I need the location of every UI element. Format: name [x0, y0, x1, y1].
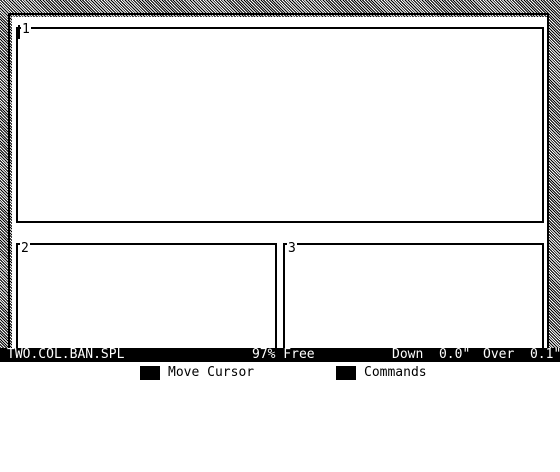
commands-label: Commands: [364, 365, 427, 380]
filename: TWO.COL.BAN.SPL: [7, 347, 125, 362]
down-position: Down 0.0": [392, 347, 471, 362]
panel-number: 1: [21, 22, 31, 37]
over-position: Over 0.1": [483, 347, 560, 362]
layout-panel-2[interactable]: 2: [16, 241, 277, 348]
move-cursor-label: Move Cursor: [168, 365, 255, 380]
help-bar: Move Cursor Commands: [0, 362, 560, 394]
text-cursor: [18, 25, 20, 39]
status-bar: TWO.COL.BAN.SPL 97% Free Down 0.0" Over …: [0, 348, 560, 362]
free-memory: 97% Free: [252, 347, 315, 362]
solid-apple-icon: [336, 366, 373, 394]
panel-number: 3: [287, 241, 297, 256]
layout-panel-3[interactable]: 3: [283, 241, 544, 348]
panel-number: 2: [20, 241, 30, 256]
layout-panel-1[interactable]: 1: [16, 23, 544, 223]
open-apple-icon: [140, 366, 176, 393]
